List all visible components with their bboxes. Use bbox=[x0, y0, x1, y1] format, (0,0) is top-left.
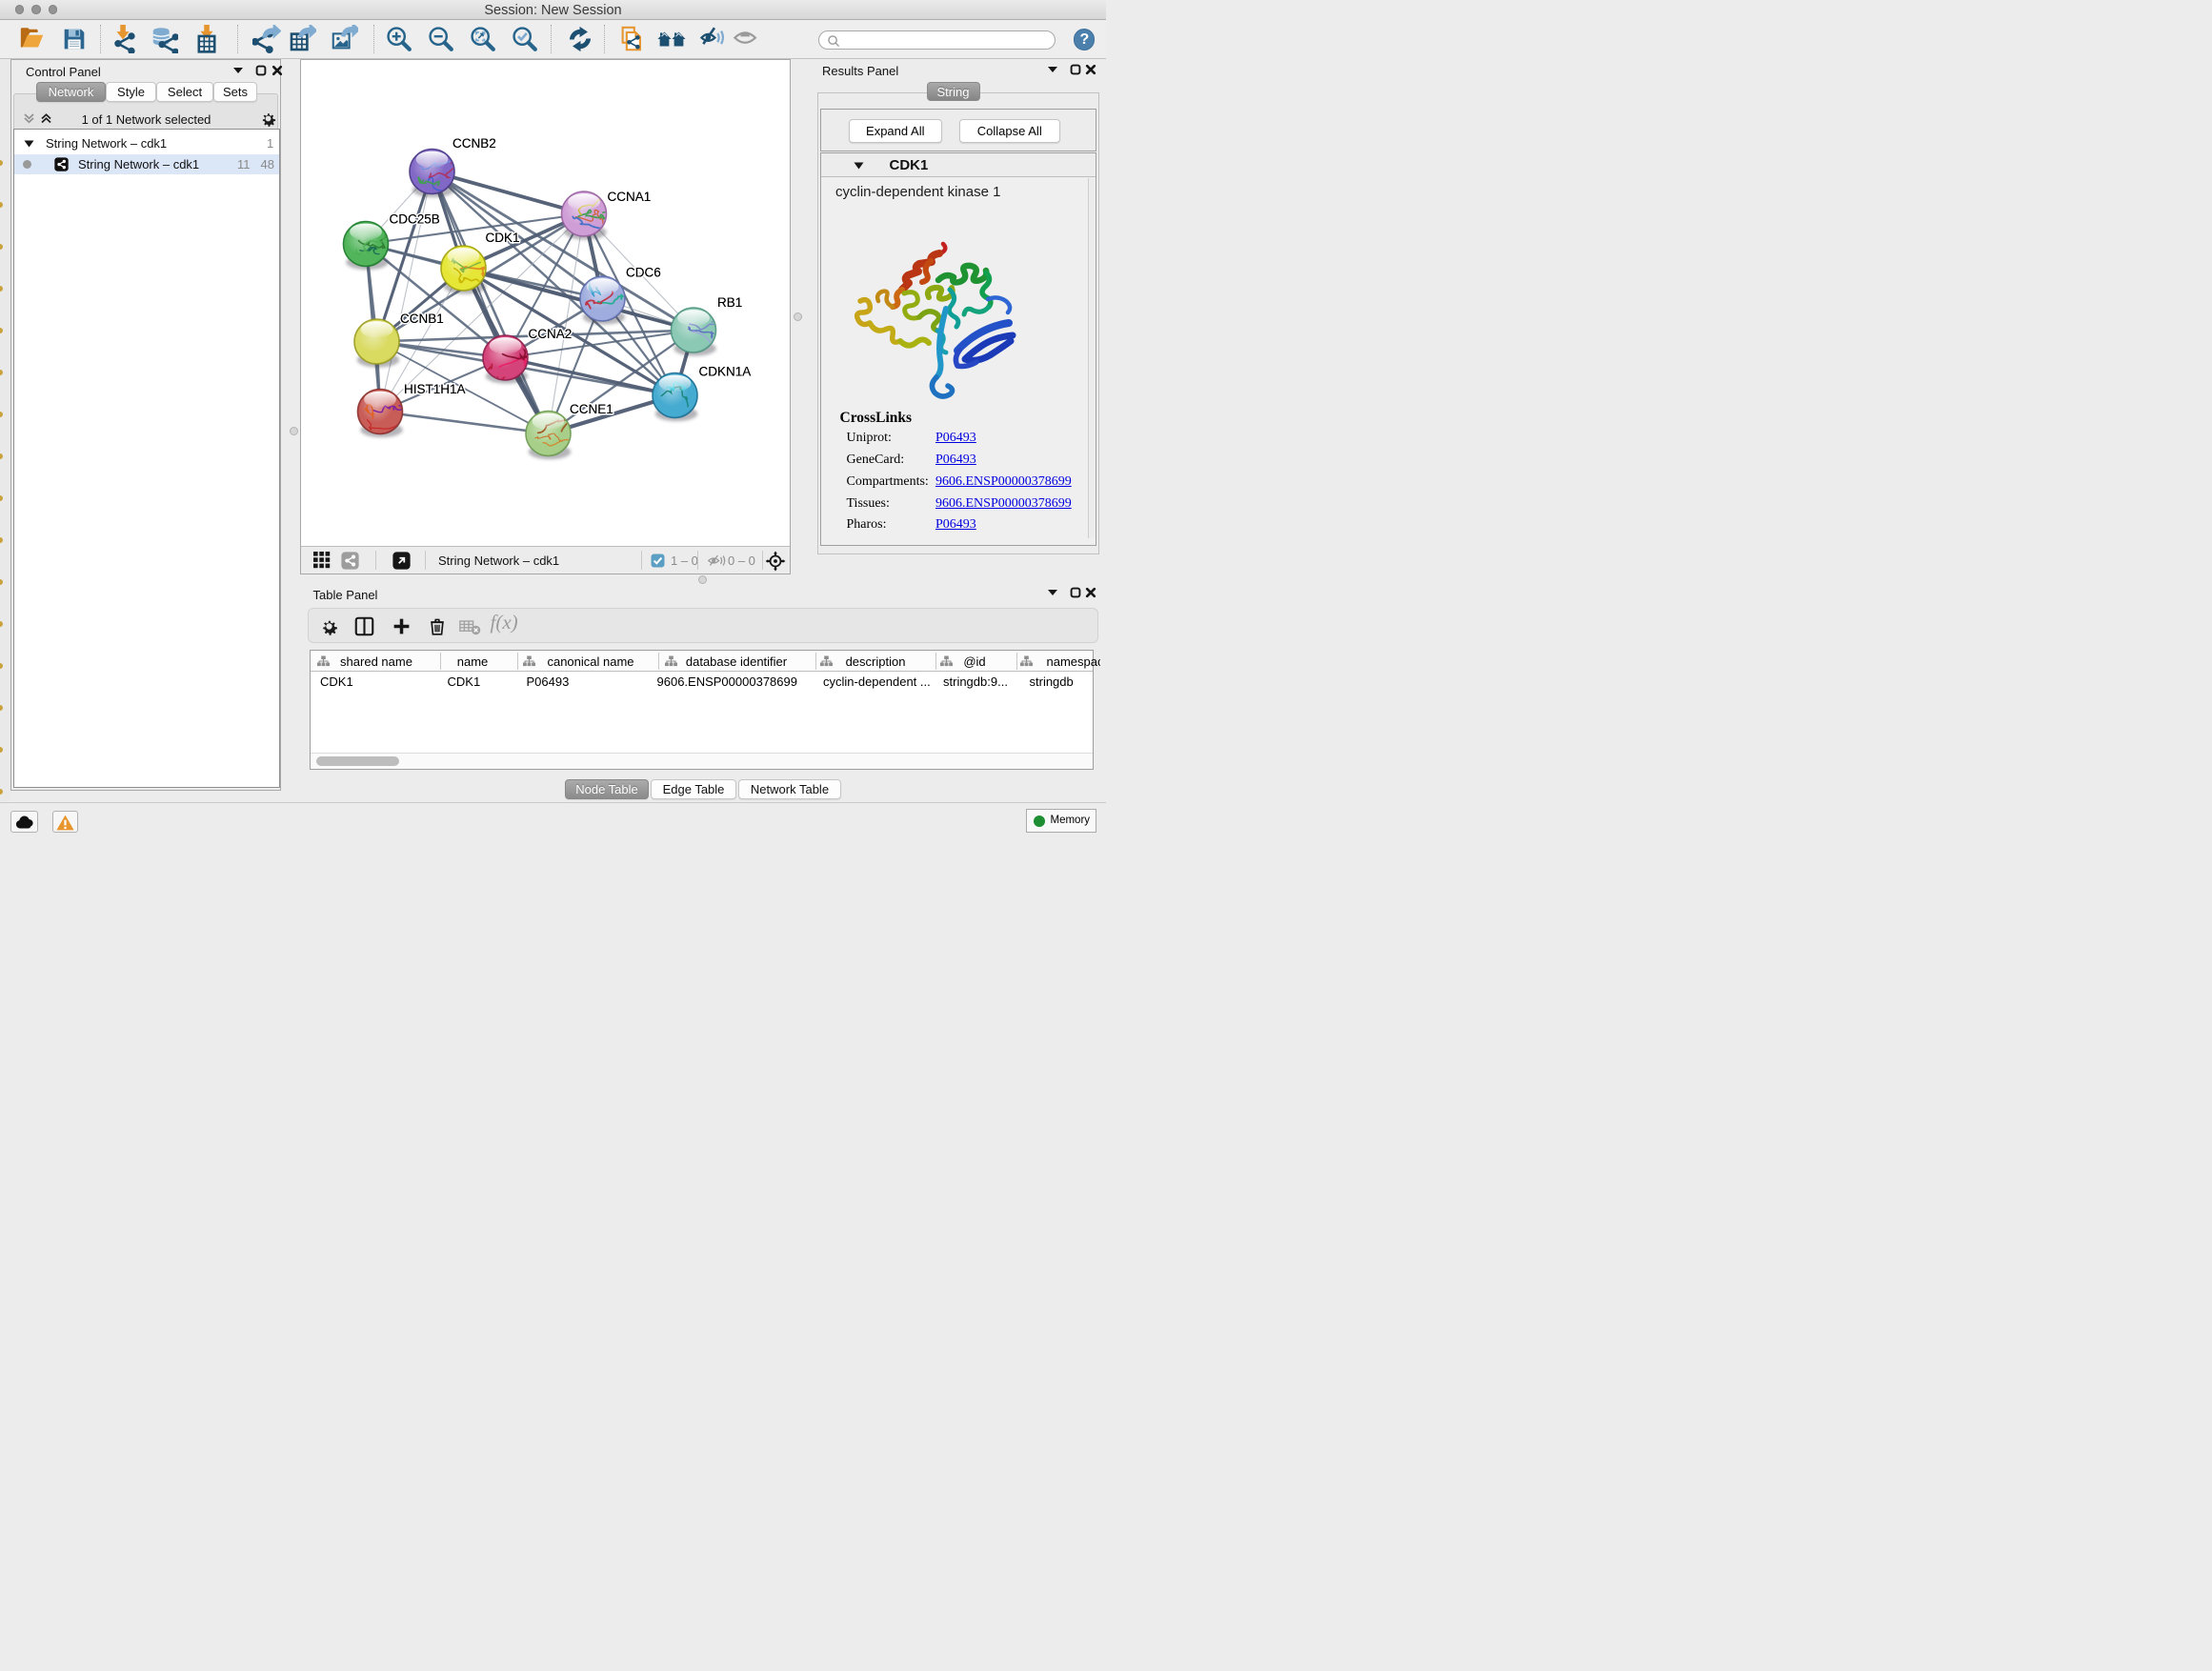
svg-text:CDK1: CDK1 bbox=[486, 231, 520, 245]
svg-text:HIST1H1A: HIST1H1A bbox=[404, 382, 466, 396]
svg-text:RB1: RB1 bbox=[717, 295, 742, 310]
svg-text:CCNA1: CCNA1 bbox=[608, 190, 652, 204]
svg-text:CCNE1: CCNE1 bbox=[570, 402, 613, 416]
svg-text:CDC25B: CDC25B bbox=[390, 212, 440, 227]
svg-text:CDKN1A: CDKN1A bbox=[699, 365, 752, 379]
svg-text:CCNB1: CCNB1 bbox=[400, 312, 444, 326]
svg-text:CCNB2: CCNB2 bbox=[452, 136, 496, 151]
svg-text:CDC6: CDC6 bbox=[626, 266, 661, 280]
svg-text:CCNA2: CCNA2 bbox=[529, 327, 573, 341]
